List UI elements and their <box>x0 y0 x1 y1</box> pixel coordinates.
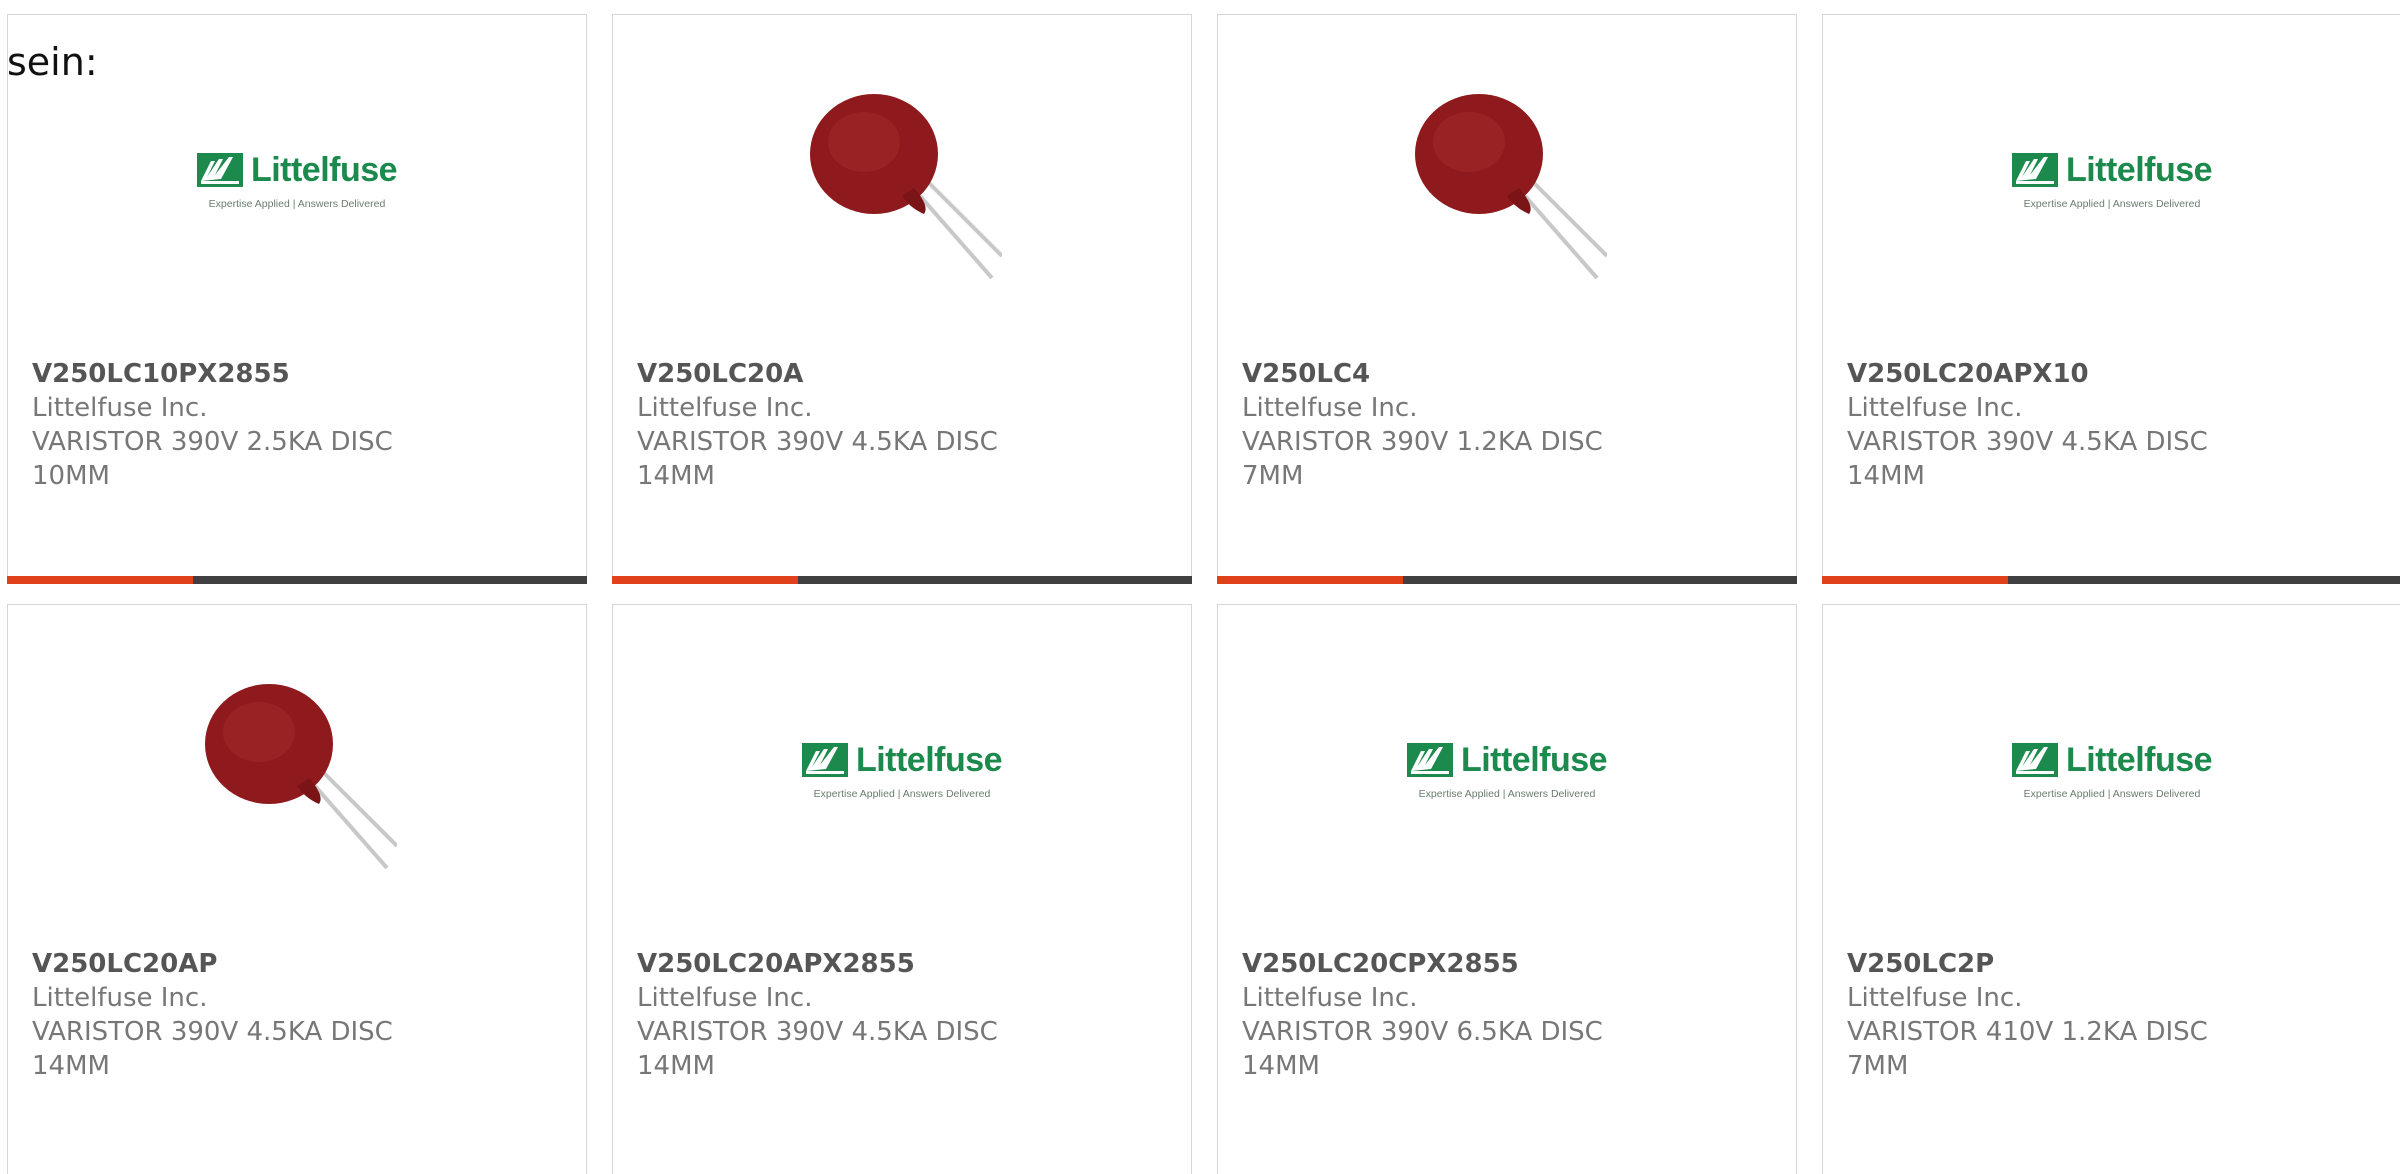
part-description: VARISTOR 390V 2.5KA DISC 10MM <box>32 427 393 491</box>
logo-tagline: Expertise Applied | Answers Delivered <box>2023 197 2201 210</box>
part-number-link[interactable]: V250LC20A <box>637 357 1171 391</box>
logo-name: Littelfuse <box>1460 740 1608 779</box>
manufacturer: Littelfuse Inc. <box>1242 393 1418 423</box>
card-footer-bar <box>1822 576 2400 584</box>
part-info: V250LC20APX10 Littelfuse Inc. VARISTOR 390… <box>1847 357 2381 493</box>
part-info: V250LC4 Littelfuse Inc. VARISTOR 390V 1.2K… <box>1242 357 1776 493</box>
logo-tagline: Expertise Applied | Answers Delivered <box>208 197 386 210</box>
logo-name: Littelfuse <box>855 740 1003 779</box>
part-info: V250LC20A Littelfuse Inc. VARISTOR 390V 4.… <box>637 357 1171 493</box>
manufacturer: Littelfuse Inc. <box>32 983 208 1013</box>
manufacturer: Littelfuse Inc. <box>1242 983 1418 1013</box>
card-footer-accent <box>7 576 193 584</box>
part-description: VARISTOR 390V 6.5KA DISC 14MM <box>1242 1017 1603 1081</box>
part-number-link[interactable]: V250LC20CPX2855 <box>1242 947 1776 981</box>
varistor-photo <box>197 668 397 872</box>
part-description: VARISTOR 410V 1.2KA DISC 7MM <box>1847 1017 2208 1081</box>
manufacturer: Littelfuse Inc. <box>637 393 813 423</box>
part-number-link[interactable]: V250LC2P <box>1847 947 2381 981</box>
product-card[interactable]: V250LC4 Littelfuse Inc. VARISTOR 390V 1.2K… <box>1217 14 1797 584</box>
product-image[interactable] <box>1218 78 1796 282</box>
littelfuse-logo: Littelfuse Expertise Applied | Answers De… <box>801 740 1003 800</box>
logo-tagline: Expertise Applied | Answers Delivered <box>2023 787 2201 800</box>
product-card[interactable]: Littelfuse Expertise Applied | Answers De… <box>1822 14 2400 584</box>
part-description: VARISTOR 390V 4.5KA DISC 14MM <box>32 1017 393 1081</box>
littelfuse-logo: Littelfuse Expertise Applied | Answers De… <box>2011 150 2213 210</box>
part-info: V250LC20APX2855 Littelfuse Inc. VARISTOR 3… <box>637 947 1171 1083</box>
product-image[interactable]: Littelfuse Expertise Applied | Answers De… <box>1218 668 1796 872</box>
card-footer-accent <box>1822 576 2008 584</box>
manufacturer: Littelfuse Inc. <box>1847 393 2023 423</box>
logo-name: Littelfuse <box>2065 740 2213 779</box>
manufacturer: Littelfuse Inc. <box>1847 983 2023 1013</box>
product-image[interactable]: Littelfuse Expertise Applied | Answers De… <box>613 668 1191 872</box>
logo-tagline: Expertise Applied | Answers Delivered <box>1418 787 1596 800</box>
varistor-photo <box>802 78 1002 282</box>
product-image[interactable] <box>8 668 586 872</box>
part-description: VARISTOR 390V 4.5KA DISC 14MM <box>637 1017 998 1081</box>
littelfuse-logo: Littelfuse Expertise Applied | Answers De… <box>196 150 398 210</box>
product-card[interactable]: Littelfuse Expertise Applied | Answers De… <box>612 604 1192 1174</box>
littelfuse-mark-icon <box>2011 153 2058 187</box>
product-grid: Littelfuse Expertise Applied | Answers De… <box>7 14 2400 1174</box>
card-footer-bar <box>612 576 1192 584</box>
part-number-link[interactable]: V250LC10PX2855 <box>32 357 566 391</box>
manufacturer: Littelfuse Inc. <box>32 393 208 423</box>
product-card[interactable]: Littelfuse Expertise Applied | Answers De… <box>7 14 587 584</box>
manufacturer: Littelfuse Inc. <box>637 983 813 1013</box>
logo-name: Littelfuse <box>250 150 398 189</box>
logo-tagline: Expertise Applied | Answers Delivered <box>813 787 991 800</box>
product-image[interactable]: Littelfuse Expertise Applied | Answers De… <box>8 78 586 282</box>
littelfuse-mark-icon <box>196 153 243 187</box>
part-description: VARISTOR 390V 1.2KA DISC 7MM <box>1242 427 1603 491</box>
product-card[interactable]: V250LC20A Littelfuse Inc. VARISTOR 390V 4.… <box>612 14 1192 584</box>
intro-text: sein: <box>7 40 98 84</box>
product-card[interactable]: Littelfuse Expertise Applied | Answers De… <box>1822 604 2400 1174</box>
product-image[interactable]: Littelfuse Expertise Applied | Answers De… <box>1823 78 2400 282</box>
part-number-link[interactable]: V250LC20APX2855 <box>637 947 1171 981</box>
part-description: VARISTOR 390V 4.5KA DISC 14MM <box>637 427 998 491</box>
card-footer-bar <box>7 576 587 584</box>
part-info: V250LC2P Littelfuse Inc. VARISTOR 410V 1.2… <box>1847 947 2381 1083</box>
part-info: V250LC10PX2855 Littelfuse Inc. VARISTOR 39… <box>32 357 566 493</box>
littelfuse-mark-icon <box>801 743 848 777</box>
varistor-photo <box>1407 78 1607 282</box>
littelfuse-logo: Littelfuse Expertise Applied | Answers De… <box>2011 740 2213 800</box>
littelfuse-logo: Littelfuse Expertise Applied | Answers De… <box>1406 740 1608 800</box>
part-info: V250LC20AP Littelfuse Inc. VARISTOR 390V 4… <box>32 947 566 1083</box>
part-info: V250LC20CPX2855 Littelfuse Inc. VARISTOR 3… <box>1242 947 1776 1083</box>
part-number-link[interactable]: V250LC4 <box>1242 357 1776 391</box>
product-image[interactable] <box>613 78 1191 282</box>
card-footer-accent <box>1217 576 1403 584</box>
product-card[interactable]: V250LC20AP Littelfuse Inc. VARISTOR 390V 4… <box>7 604 587 1174</box>
part-description: VARISTOR 390V 4.5KA DISC 14MM <box>1847 427 2208 491</box>
part-number-link[interactable]: V250LC20AP <box>32 947 566 981</box>
card-footer-bar <box>1217 576 1797 584</box>
littelfuse-mark-icon <box>1406 743 1453 777</box>
product-image[interactable]: Littelfuse Expertise Applied | Answers De… <box>1823 668 2400 872</box>
littelfuse-mark-icon <box>2011 743 2058 777</box>
part-number-link[interactable]: V250LC20APX10 <box>1847 357 2381 391</box>
product-card[interactable]: Littelfuse Expertise Applied | Answers De… <box>1217 604 1797 1174</box>
card-footer-accent <box>612 576 798 584</box>
logo-name: Littelfuse <box>2065 150 2213 189</box>
